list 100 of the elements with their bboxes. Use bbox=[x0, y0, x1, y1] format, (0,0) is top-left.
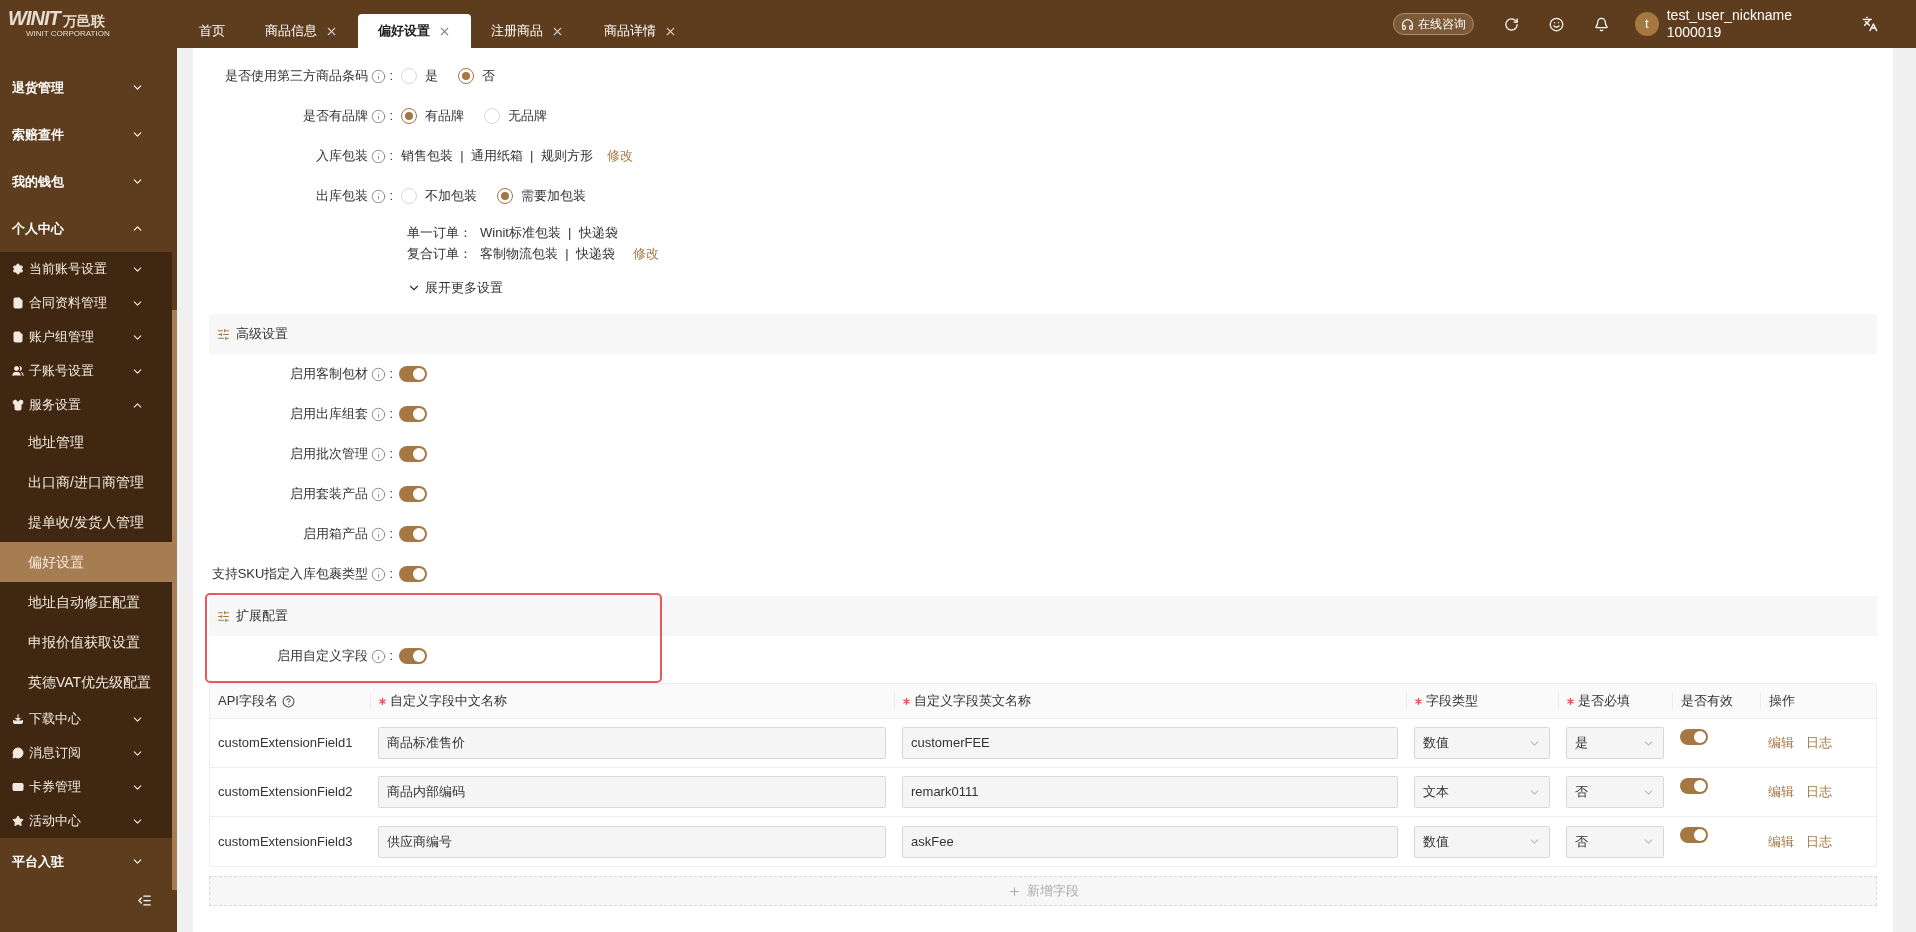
sidebar-subitem[interactable]: 卡券管理 bbox=[0, 770, 172, 804]
setting-value: 销售包装 | 通用纸箱 | 规则方形 bbox=[401, 147, 593, 166]
sidebar-link[interactable]: 地址自动修正配置 bbox=[0, 582, 172, 622]
detail-label: 单一订单： bbox=[407, 223, 472, 242]
page-tab[interactable]: 偏好设置 bbox=[358, 14, 471, 48]
headset-icon bbox=[1400, 17, 1414, 31]
select-field[interactable]: 否 bbox=[1566, 825, 1664, 858]
field-label: 出库包装 bbox=[316, 187, 369, 206]
select-field[interactable]: 否 bbox=[1566, 776, 1664, 808]
expand-more-link[interactable]: 展开更多设置 bbox=[407, 278, 503, 298]
sidebar-subitem[interactable]: 子账号设置 bbox=[0, 354, 172, 388]
column-header: 操作 bbox=[1769, 692, 1795, 711]
sidebar-item[interactable]: 索赔查件 bbox=[0, 111, 172, 158]
info-icon bbox=[371, 188, 387, 204]
page-tab[interactable]: 商品信息 bbox=[245, 14, 358, 48]
text-input[interactable]: customerFEE bbox=[902, 727, 1398, 759]
label-colon: : bbox=[389, 107, 393, 126]
sidebar-link[interactable]: 出口商/进口商管理 bbox=[0, 462, 172, 502]
select-field[interactable]: 数值 bbox=[1414, 825, 1550, 858]
online-consult-button[interactable]: 在线咨询 bbox=[1392, 13, 1474, 35]
sidebar-item[interactable]: 平台入驻 bbox=[0, 838, 172, 885]
info-icon bbox=[371, 148, 387, 164]
label-colon: : bbox=[389, 67, 393, 86]
sidebar-item[interactable]: 退货管理 bbox=[0, 64, 172, 111]
smile-icon[interactable] bbox=[1548, 16, 1564, 32]
menu-icon bbox=[12, 399, 24, 411]
edit-link[interactable]: 修改 bbox=[632, 243, 659, 264]
action-link[interactable]: 日志 bbox=[1806, 831, 1832, 852]
toggle-switch[interactable] bbox=[1680, 778, 1708, 794]
menu-icon bbox=[12, 297, 24, 309]
info-icon bbox=[371, 526, 387, 542]
toggle-switch[interactable] bbox=[399, 566, 427, 582]
radio-button[interactable] bbox=[497, 188, 513, 204]
settings-icon bbox=[217, 609, 230, 623]
info-icon bbox=[371, 446, 387, 462]
info-icon bbox=[371, 566, 387, 582]
sidebar-subitem[interactable]: 账户组管理 bbox=[0, 320, 172, 354]
column-header: API字段名 bbox=[218, 692, 278, 711]
page-tab[interactable]: 商品详情 bbox=[584, 14, 697, 48]
sidebar-link[interactable]: 提单收/发货人管理 bbox=[0, 502, 172, 542]
action-link[interactable]: 日志 bbox=[1806, 733, 1832, 753]
bell-icon[interactable] bbox=[1593, 16, 1609, 32]
settings-icon bbox=[217, 327, 230, 341]
menu-icon bbox=[12, 263, 24, 275]
text-input[interactable]: 商品标准售价 bbox=[378, 727, 886, 759]
sidebar-subitem[interactable]: 消息订阅 bbox=[0, 736, 172, 770]
field-label: 启用出库组套 bbox=[290, 405, 369, 424]
detail-value: Winit标准包装 | 快递袋 bbox=[480, 223, 618, 242]
field-label: 启用自定义字段 bbox=[277, 647, 369, 666]
toggle-switch[interactable] bbox=[399, 446, 427, 462]
text-input[interactable]: askFee bbox=[902, 825, 1398, 858]
label-colon: : bbox=[389, 445, 393, 464]
toggle-switch[interactable] bbox=[1680, 827, 1708, 843]
sidebar-subitem[interactable]: 服务设置 bbox=[0, 388, 172, 422]
label-colon: : bbox=[389, 187, 393, 206]
user-avatar[interactable]: t bbox=[1634, 12, 1659, 36]
toggle-switch[interactable] bbox=[1680, 729, 1708, 745]
sidebar-link[interactable]: 地址管理 bbox=[0, 422, 172, 462]
field-label: 启用批次管理 bbox=[290, 445, 369, 464]
column-header: 自定义字段英文名称 bbox=[914, 692, 1031, 711]
action-link[interactable]: 编辑 bbox=[1768, 733, 1794, 753]
action-link[interactable]: 编辑 bbox=[1768, 831, 1794, 852]
radio-label: 是 bbox=[425, 67, 438, 86]
sidebar-subitem[interactable]: 下载中心 bbox=[0, 702, 172, 736]
radio-label: 有品牌 bbox=[425, 107, 464, 126]
select-field[interactable]: 文本 bbox=[1414, 776, 1550, 808]
sidebar-link[interactable]: 申报价值获取设置 bbox=[0, 622, 172, 662]
field-label: 是否有品牌 bbox=[303, 107, 369, 126]
action-link[interactable]: 编辑 bbox=[1768, 782, 1794, 802]
plus-icon bbox=[1007, 884, 1021, 898]
page-tab[interactable]: 首页 bbox=[179, 14, 245, 48]
action-link[interactable]: 日志 bbox=[1806, 782, 1832, 802]
info-icon bbox=[371, 68, 387, 84]
toggle-switch[interactable] bbox=[399, 526, 427, 542]
section-title: 扩展配置 bbox=[236, 607, 288, 626]
section-title: 高级设置 bbox=[236, 325, 288, 344]
select-field[interactable]: 数值 bbox=[1414, 727, 1550, 759]
field-label: 入库包装 bbox=[316, 147, 369, 166]
sidebar-item[interactable]: 个人中心 bbox=[0, 205, 172, 252]
select-field[interactable]: 是 bbox=[1566, 727, 1664, 759]
sidebar-subitem[interactable]: 合同资料管理 bbox=[0, 286, 172, 320]
sidebar-link[interactable]: 英德VAT优先级配置 bbox=[0, 662, 172, 702]
text-input[interactable]: remark0111 bbox=[902, 776, 1398, 808]
page-tab[interactable]: 注册商品 bbox=[471, 14, 584, 48]
field-label: 支持SKU指定入库包裹类型 bbox=[211, 565, 369, 584]
text-input[interactable]: 商品内部编码 bbox=[378, 776, 886, 808]
radio-button[interactable] bbox=[458, 68, 474, 84]
toggle-switch[interactable] bbox=[399, 486, 427, 502]
radio-button[interactable] bbox=[401, 108, 417, 124]
collapse-menu-icon[interactable] bbox=[137, 893, 152, 908]
sidebar-subitem[interactable]: 当前账号设置 bbox=[0, 252, 172, 286]
toggle-switch[interactable] bbox=[399, 366, 427, 382]
toggle-switch[interactable] bbox=[399, 648, 427, 664]
toggle-switch[interactable] bbox=[399, 406, 427, 422]
sidebar-subitem[interactable]: 活动中心 bbox=[0, 804, 172, 838]
text-input[interactable]: 供应商编号 bbox=[378, 825, 886, 858]
language-icon[interactable] bbox=[1862, 16, 1878, 32]
edit-link[interactable]: 修改 bbox=[606, 146, 633, 166]
sidebar-item[interactable]: 我的钱包 bbox=[0, 158, 172, 205]
refresh-icon[interactable] bbox=[1503, 16, 1519, 32]
